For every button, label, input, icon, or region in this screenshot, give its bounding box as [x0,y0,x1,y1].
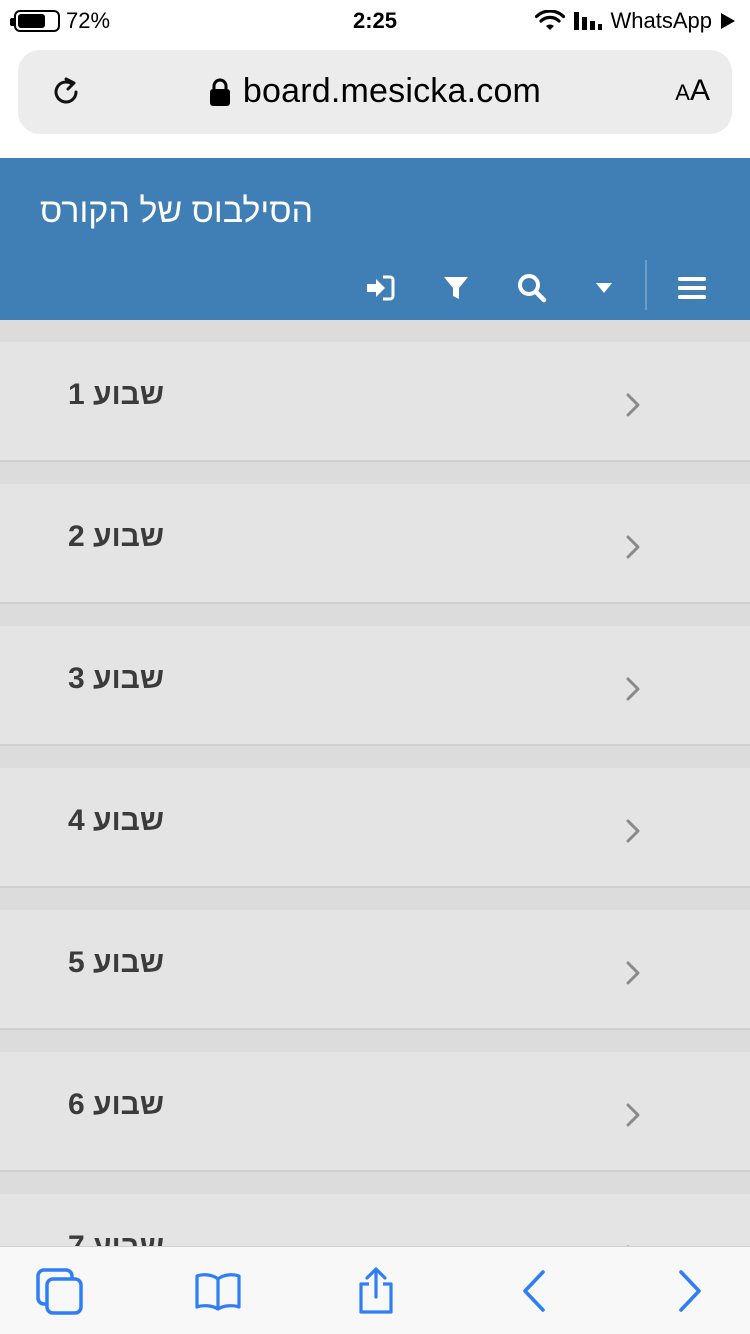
share-icon[interactable] [348,1265,404,1317]
back-to-app-label[interactable]: WhatsApp [611,8,713,34]
url-text[interactable]: board.mesicka.com [243,72,541,111]
page-title: הסילבוס של הקורס [40,192,314,230]
header-toolbar [0,260,750,316]
list-item[interactable]: שבוע 3 [0,626,750,746]
menu-icon[interactable] [672,268,712,308]
chevron-right-icon [626,393,640,417]
week-label: שבוע 2 [68,520,164,553]
weeks-list: שבוע 1 שבוע 2 שבוע 3 שבוע 4 שבוע 5 שבוע … [0,320,750,1246]
chevron-right-icon [626,819,640,843]
status-bar: 72% 2:25 WhatsApp [0,0,750,40]
sign-in-icon[interactable] [360,268,400,308]
text-size-small-label: A [675,80,690,105]
browser-bottom-toolbar [0,1246,750,1334]
chevron-right-icon [626,961,640,985]
chevron-right-icon [626,1103,640,1127]
toolbar-divider [645,260,647,310]
lock-icon [209,78,230,106]
week-label: שבוע 4 [68,804,164,837]
list-item[interactable]: שבוע 1 [0,342,750,462]
week-label: שבוע 1 [68,378,164,411]
chevron-right-icon [626,535,640,559]
bookmarks-icon[interactable] [190,1265,246,1317]
week-label: שבוע 5 [68,946,164,979]
week-label: שבוע 7 [68,1230,164,1246]
caret-down-icon[interactable] [584,268,624,308]
list-item[interactable]: שבוע 6 [0,1052,750,1172]
status-right: WhatsApp [534,8,737,34]
wifi-icon [534,10,565,30]
play-arrow-icon [721,13,735,29]
text-size-large-label: A [689,74,710,107]
list-item[interactable]: שבוע 4 [0,768,750,888]
back-icon[interactable] [506,1265,562,1317]
chevron-right-icon [626,677,640,701]
list-item[interactable]: שבוע 7 [0,1194,750,1246]
list-item[interactable]: שבוע 5 [0,910,750,1030]
tabs-icon[interactable] [32,1265,88,1317]
forward-icon[interactable] [662,1265,718,1317]
list-item[interactable]: שבוע 2 [0,484,750,604]
address-bar[interactable]: board.mesicka.com AA [18,50,732,134]
text-size-button[interactable]: AA [675,74,710,108]
week-label: שבוע 3 [68,662,164,695]
filter-icon[interactable] [436,268,476,308]
app-header: הסילבוס של הקורס [0,158,750,320]
search-icon[interactable] [512,268,552,308]
url-display[interactable]: board.mesicka.com [18,72,732,111]
week-label: שבוע 6 [68,1088,164,1121]
signal-icon [573,12,602,30]
